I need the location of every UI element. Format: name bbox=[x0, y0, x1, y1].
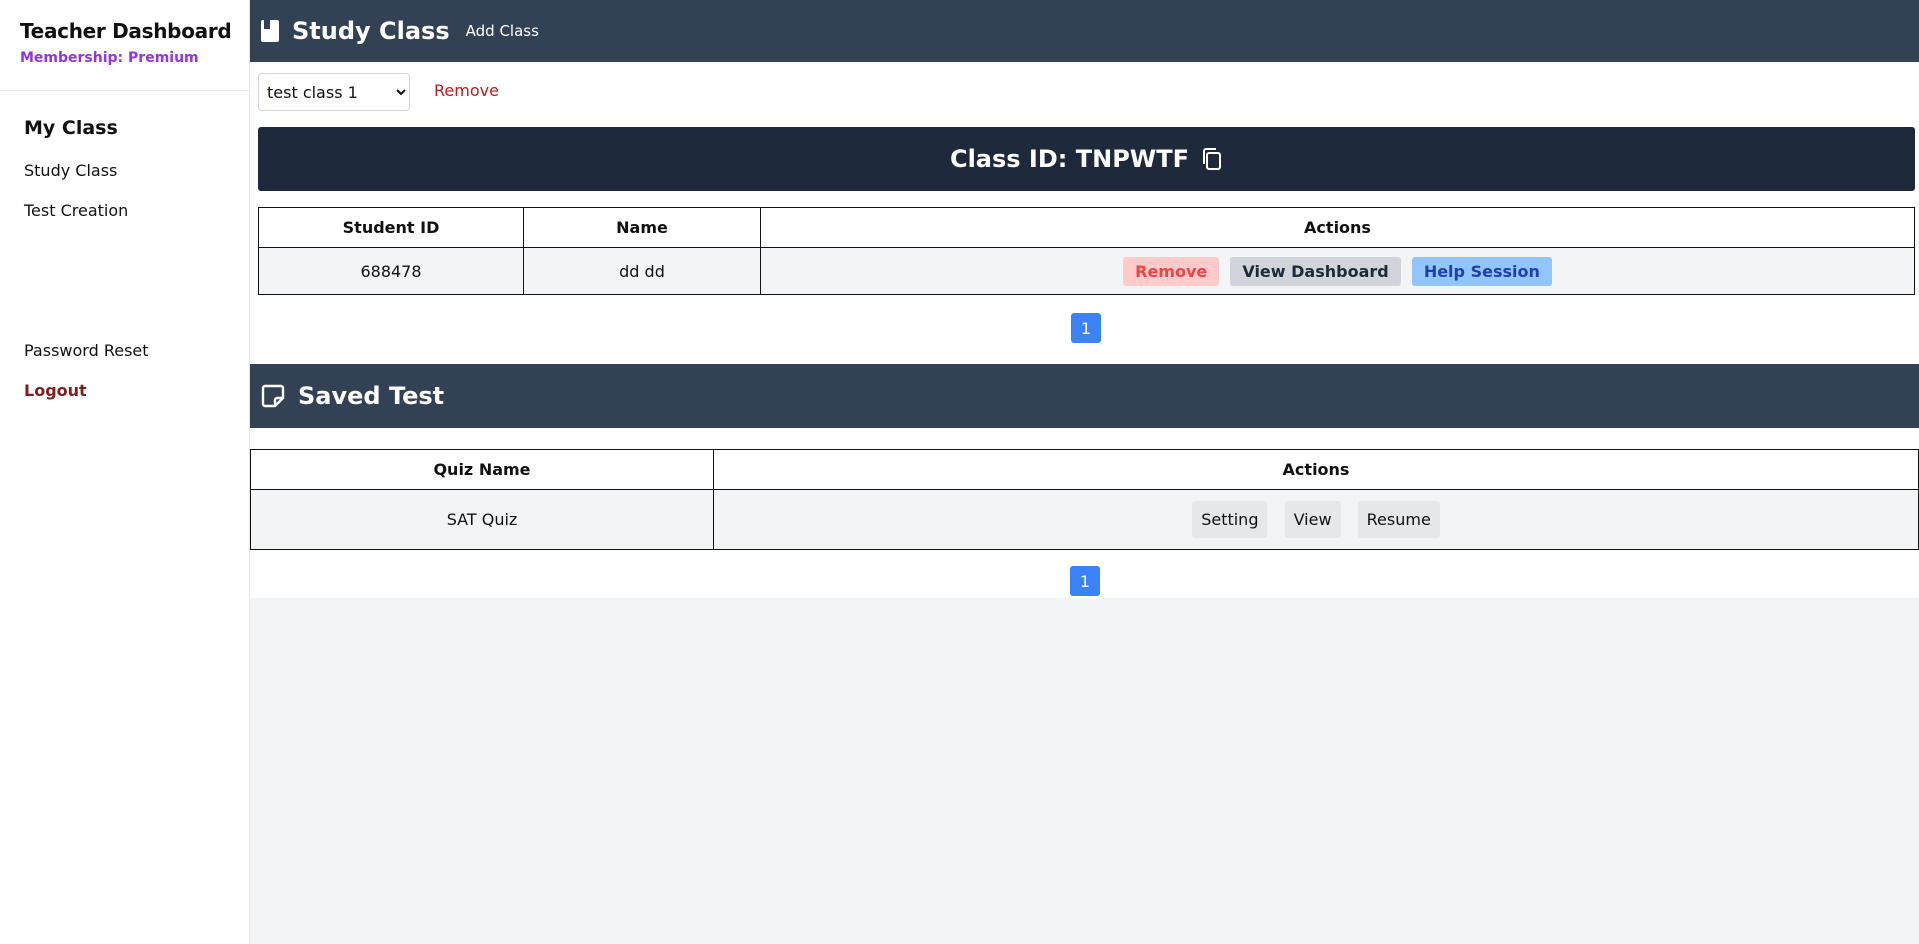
resume-button[interactable]: Resume bbox=[1357, 501, 1440, 538]
view-button[interactable]: View bbox=[1284, 501, 1341, 538]
table-header-row: Quiz Name Actions bbox=[250, 449, 1919, 490]
password-reset-link[interactable]: Password Reset bbox=[24, 341, 149, 360]
column-header: Name bbox=[523, 207, 761, 248]
remove-student-button[interactable]: Remove bbox=[1123, 256, 1220, 286]
table-row: 688478 dd dd Remove View Dashboard Help … bbox=[258, 247, 1915, 295]
sidebar-item-test-creation[interactable]: Test Creation bbox=[24, 201, 128, 220]
help-session-button[interactable]: Help Session bbox=[1411, 256, 1552, 286]
student-id-cell: 688478 bbox=[258, 247, 524, 295]
saved-tests-table: Quiz Name Actions SAT Quiz Setting View … bbox=[250, 449, 1919, 550]
remove-class-button[interactable]: Remove bbox=[434, 81, 499, 100]
add-class-button[interactable]: Add Class bbox=[466, 22, 539, 40]
column-header: Actions bbox=[713, 449, 1919, 490]
actions-cell: Remove View Dashboard Help Session bbox=[760, 247, 1915, 295]
table-row: SAT Quiz Setting View Resume bbox=[250, 489, 1919, 550]
main-content: Study Class Add Class test class 1 Remov… bbox=[250, 0, 1919, 598]
view-dashboard-button[interactable]: View Dashboard bbox=[1230, 256, 1401, 286]
study-class-header: Study Class Add Class bbox=[250, 0, 1919, 62]
copy-icon[interactable] bbox=[1201, 147, 1223, 171]
nav-heading-my-class: My Class bbox=[24, 117, 118, 139]
class-id-text: Class ID: TNPWTF bbox=[949, 145, 1190, 173]
note-icon bbox=[260, 383, 286, 409]
column-header: Student ID bbox=[258, 207, 524, 248]
book-icon bbox=[260, 19, 280, 43]
brand: Teacher Dashboard Membership: Premium bbox=[0, 0, 249, 91]
student-name-cell: dd dd bbox=[523, 247, 761, 295]
sidebar-item-study-class[interactable]: Study Class bbox=[24, 161, 117, 180]
saved-test-header: Saved Test bbox=[250, 364, 1919, 428]
section-title-saved-test: Saved Test bbox=[298, 382, 445, 410]
quiz-name-cell: SAT Quiz bbox=[250, 489, 714, 550]
saved-tests-page-button[interactable]: 1 bbox=[1070, 566, 1100, 596]
actions-cell: Setting View Resume bbox=[713, 489, 1919, 550]
logout-link[interactable]: Logout bbox=[24, 381, 87, 400]
sidebar: Teacher Dashboard Membership: Premium My… bbox=[0, 0, 250, 944]
column-header: Actions bbox=[760, 207, 1915, 248]
table-header-row: Student ID Name Actions bbox=[258, 207, 1915, 248]
column-header: Quiz Name bbox=[250, 449, 714, 490]
setting-button[interactable]: Setting bbox=[1192, 501, 1268, 538]
class-id-banner: Class ID: TNPWTF bbox=[258, 127, 1915, 191]
class-select[interactable]: test class 1 bbox=[258, 73, 410, 111]
students-table: Student ID Name Actions 688478 dd dd Rem… bbox=[258, 207, 1915, 295]
membership-badge: Membership: Premium bbox=[20, 50, 199, 66]
students-page-button[interactable]: 1 bbox=[1071, 313, 1101, 343]
app-title: Teacher Dashboard bbox=[20, 19, 232, 43]
section-title-study-class: Study Class bbox=[292, 17, 450, 45]
